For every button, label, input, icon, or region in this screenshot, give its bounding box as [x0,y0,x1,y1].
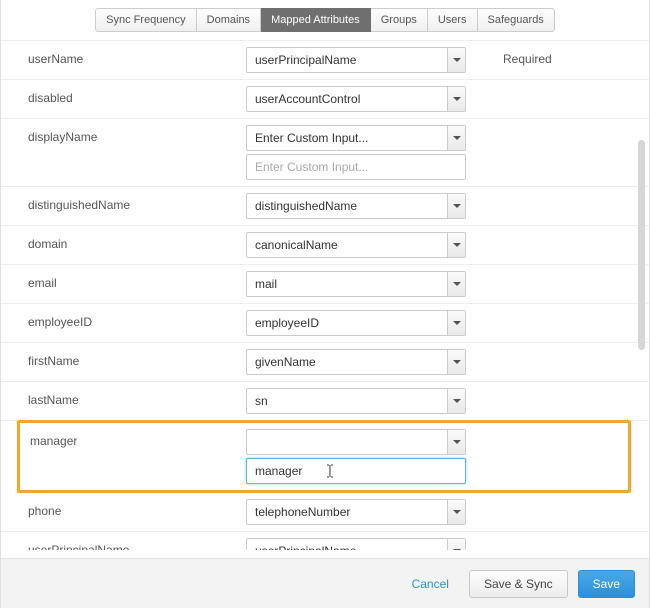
chevron-down-icon[interactable] [447,272,465,296]
required-label [491,80,649,91]
attribute-field: employeeID [246,304,491,342]
attribute-select[interactable]: userAccountControl [246,86,466,112]
attribute-select[interactable]: userPrincipalName [246,47,466,73]
required-label [491,382,649,393]
chevron-down-icon[interactable] [447,500,465,524]
chevron-down-icon[interactable] [447,389,465,413]
chevron-down-icon[interactable] [447,48,465,72]
attribute-select[interactable]: userPrincipalName [246,538,466,550]
chevron-down-icon[interactable] [447,87,465,111]
chevron-down-icon[interactable] [447,126,465,150]
attribute-row: manager [17,420,631,493]
chevron-down-icon[interactable] [447,430,465,454]
scrollbar[interactable] [638,140,645,350]
attribute-row: displayNameEnter Custom Input... [1,119,649,187]
tab-users[interactable]: Users [428,8,478,32]
attribute-field: telephoneNumber [246,493,491,531]
attribute-label: distinguishedName [1,187,246,212]
required-label [491,343,649,354]
attribute-field: Enter Custom Input... [246,119,491,186]
required-label [491,226,649,237]
footer: Cancel Save & Sync Save [1,558,649,608]
tab-safeguards[interactable]: Safeguards [478,8,555,32]
attribute-label: firstName [1,343,246,368]
attribute-select[interactable]: mail [246,271,466,297]
select-value: mail [247,277,447,291]
select-value: canonicalName [247,238,447,252]
save-button[interactable]: Save [578,570,635,598]
attribute-row: userPrincipalNameuserPrincipalName [1,532,649,550]
attribute-row: disableduserAccountControl [1,80,649,119]
custom-attribute-input[interactable] [246,154,466,180]
attribute-field [246,423,491,490]
attribute-field: userPrincipalName [246,532,491,550]
save-sync-button[interactable]: Save & Sync [469,570,568,598]
attribute-label: userName [1,41,246,66]
tab-groups[interactable]: Groups [371,8,428,32]
select-value: telephoneNumber [247,505,447,519]
attribute-row: userNameuserPrincipalName Required [1,41,649,80]
attribute-row: lastNamesn [1,382,649,421]
attribute-field: mail [246,265,491,303]
select-value: userAccountControl [247,92,447,106]
attribute-label: disabled [1,80,246,105]
attribute-field: givenName [246,343,491,381]
select-value: distinguishedName [247,199,447,213]
tab-domains[interactable]: Domains [197,8,261,32]
attribute-row: domaincanonicalName [1,226,649,265]
attribute-field: userAccountControl [246,80,491,118]
attribute-select[interactable]: sn [246,388,466,414]
required-label [491,187,649,198]
attribute-label: userPrincipalName [1,532,246,550]
select-value: Enter Custom Input... [247,131,447,145]
attribute-label: email [1,265,246,290]
attribute-select[interactable]: employeeID [246,310,466,336]
tab-mapped-attributes[interactable]: Mapped Attributes [261,8,371,32]
attribute-field: sn [246,382,491,420]
attribute-field: distinguishedName [246,187,491,225]
attribute-label: phone [1,493,246,518]
required-label [491,423,628,434]
attribute-field: userPrincipalName [246,41,491,79]
required-label [491,532,649,543]
attribute-row: distinguishedNamedistinguishedName [1,187,649,226]
attribute-rows: userNameuserPrincipalNameRequireddisable… [1,40,649,550]
attribute-label: displayName [1,119,246,144]
attribute-row: firstNamegivenName [1,343,649,382]
select-value: givenName [247,355,447,369]
required-label [491,493,649,504]
attribute-select[interactable]: Enter Custom Input... [246,125,466,151]
cancel-button[interactable]: Cancel [402,571,459,597]
chevron-down-icon[interactable] [447,233,465,257]
tabs-bar: Sync FrequencyDomainsMapped AttributesGr… [1,0,649,40]
custom-attribute-input[interactable] [246,458,466,484]
required-label: Required [491,41,649,66]
attribute-row: phonetelephoneNumber [1,493,649,532]
select-value: sn [247,394,447,408]
attribute-label: domain [1,226,246,251]
select-value: employeeID [247,316,447,330]
attribute-row: emailmail [1,265,649,304]
attribute-label: lastName [1,382,246,407]
attribute-select[interactable]: distinguishedName [246,193,466,219]
chevron-down-icon[interactable] [447,311,465,335]
attribute-label: manager [20,423,246,448]
required-label [491,119,649,130]
select-value: userPrincipalName [247,544,447,550]
attribute-label: employeeID [1,304,246,329]
chevron-down-icon[interactable] [447,350,465,374]
chevron-down-icon[interactable] [447,539,465,550]
attribute-field: canonicalName [246,226,491,264]
select-value: userPrincipalName [247,53,447,67]
attribute-row: employeeIDemployeeID [1,304,649,343]
required-label [491,304,649,315]
attribute-select[interactable] [246,429,466,455]
attribute-select[interactable]: canonicalName [246,232,466,258]
chevron-down-icon[interactable] [447,194,465,218]
required-label [491,265,649,276]
tab-sync-frequency[interactable]: Sync Frequency [95,8,196,32]
attribute-select[interactable]: telephoneNumber [246,499,466,525]
attribute-select[interactable]: givenName [246,349,466,375]
